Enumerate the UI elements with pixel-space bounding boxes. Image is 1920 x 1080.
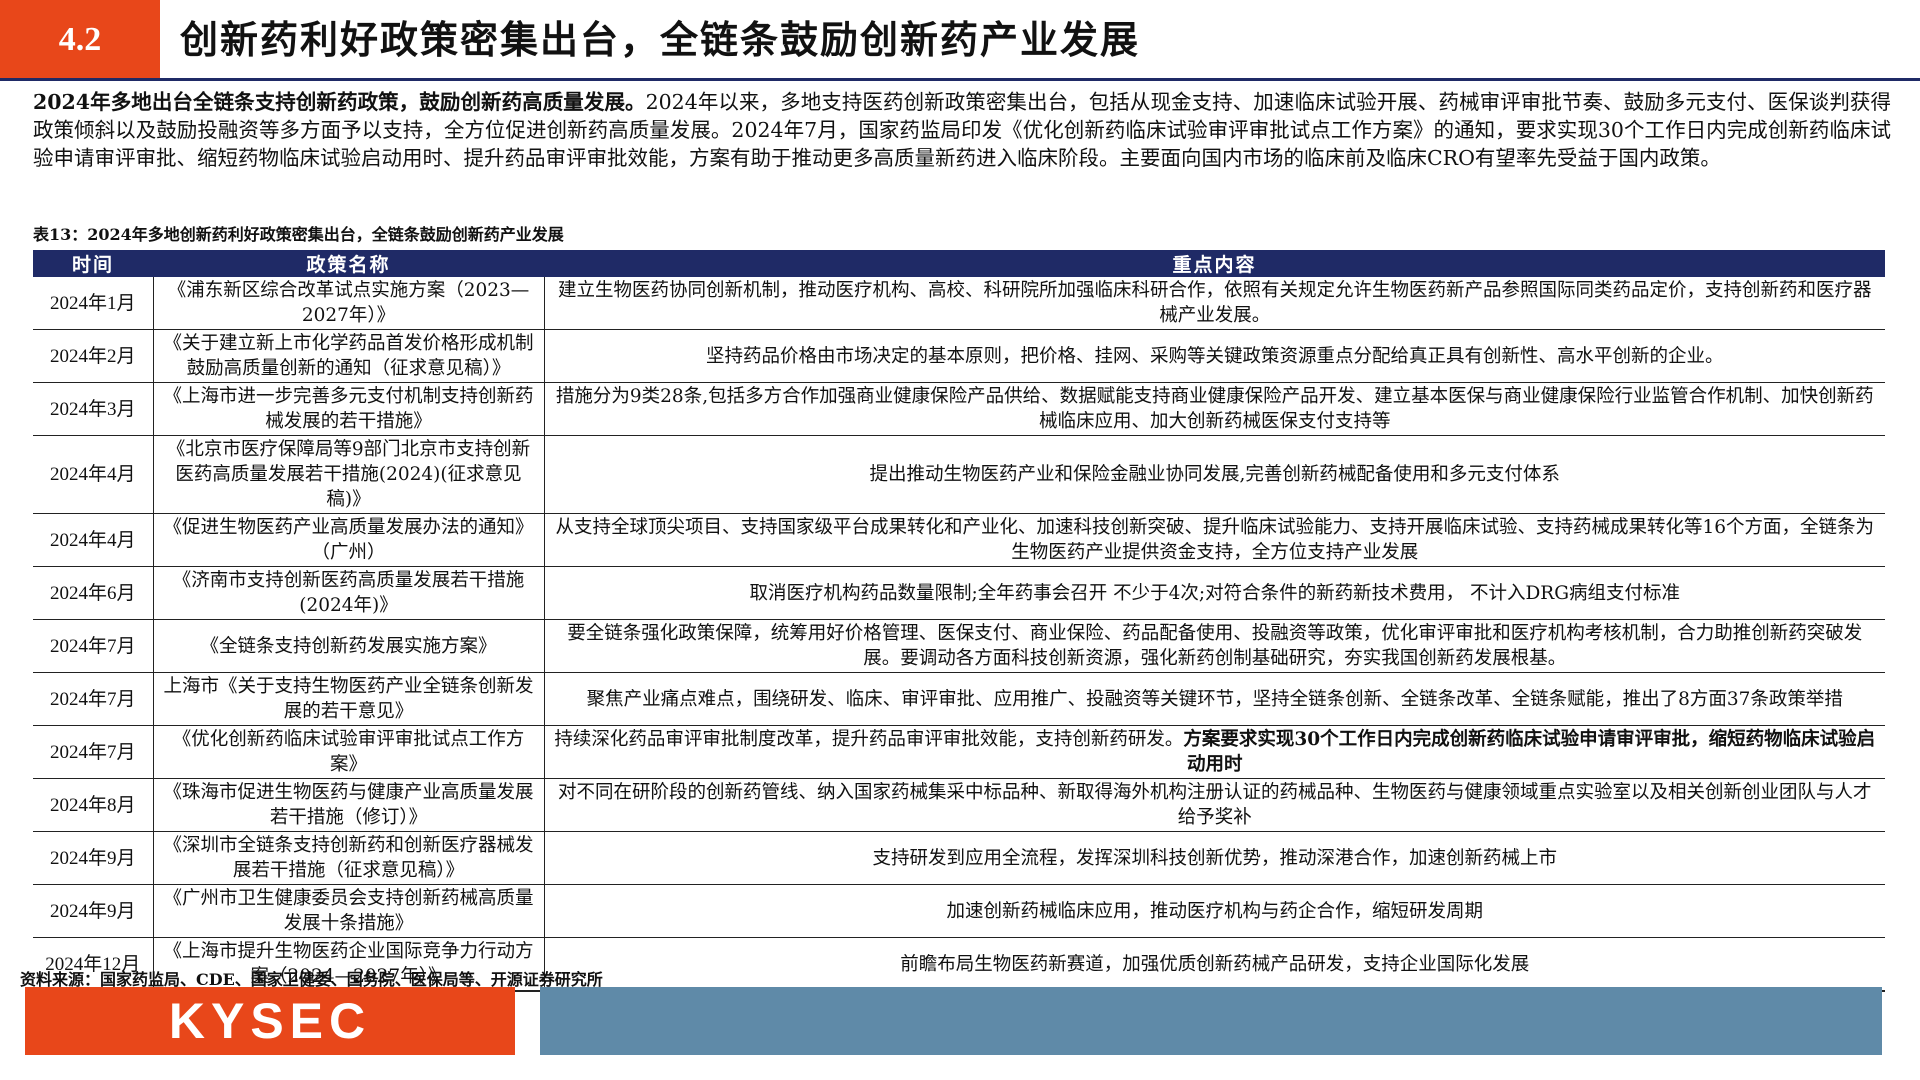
- row-content-text: 支持研发到应用全流程，发挥深圳科技创新优势，推动深港合作，加速创新药械上市: [872, 847, 1557, 869]
- header-divider: [0, 78, 1920, 81]
- header-key-content: 重点内容: [544, 250, 1885, 277]
- table-row: 2024年4月 《促进生物医药产业高质量发展办法的通知》（广州） 从支持全球顶尖…: [33, 513, 1885, 567]
- table-row: 2024年1月 《浦东新区综合改革试点实施方案（2023—2027年）》 建立生…: [33, 277, 1885, 330]
- slide-title: 创新药利好政策密集出台，全链条鼓励创新药产业发展: [180, 17, 1141, 62]
- row-content-text: 持续深化药品审评审批制度改革，提升药品审评审批效能，支持创新药研发。: [554, 729, 1184, 750]
- row-content: 对不同在研阶段的创新药管线、纳入国家药械集采中标品种、新取得海外机构注册认证的药…: [544, 778, 1885, 832]
- row-policy-name: 《深圳市全链条支持创新药和创新医疗器械发展若干措施（征求意见稿）》: [153, 831, 545, 885]
- row-content: 支持研发到应用全流程，发挥深圳科技创新优势，推动深港合作，加速创新药械上市: [544, 831, 1885, 885]
- row-content: 提出推动生物医药产业和保险金融业协同发展,完善创新药械配备使用和多元支付体系: [544, 435, 1885, 514]
- row-time: 2024年6月: [33, 566, 154, 620]
- row-time: 2024年7月: [33, 725, 154, 779]
- row-time: 2024年4月: [33, 513, 154, 567]
- row-content-text: 要全链条强化政策保障，统筹用好价格管理、医保支付、商业保险、药品配备使用、投融资…: [567, 623, 1863, 669]
- kysec-logo: KYSEC: [25, 987, 515, 1055]
- table-row: 2024年9月 《广州市卫生健康委员会支持创新药械高质量发展十条措施》 加速创新…: [33, 884, 1885, 938]
- row-content: 坚持药品价格由市场决定的基本原则，把价格、挂网、采购等关键政策资源重点分配给真正…: [544, 329, 1885, 383]
- row-policy-name: 《关于建立新上市化学药品首发价格形成机制鼓励高质量创新的通知（征求意见稿）》: [153, 329, 545, 383]
- row-time: 2024年7月: [33, 619, 154, 673]
- row-content-text: 措施分为9类28条,包括多方合作加强商业健康保险产品供给、数据赋能支持商业健康保…: [555, 386, 1874, 432]
- footer-bar: [540, 987, 1882, 1055]
- policy-table: 时间 政策名称 重点内容 2024年1月 《浦东新区综合改革试点实施方案（202…: [33, 250, 1885, 992]
- row-time: 2024年3月: [33, 382, 154, 436]
- row-content: 措施分为9类28条,包括多方合作加强商业健康保险产品供给、数据赋能支持商业健康保…: [544, 382, 1885, 436]
- row-content: 建立生物医药协同创新机制，推动医疗机构、高校、科研院所加强临床科研合作，依照有关…: [544, 277, 1885, 330]
- row-policy-name: 《上海市进一步完善多元支付机制支持创新药械发展的若干措施》: [153, 382, 545, 436]
- row-content-text: 聚焦产业痛点难点，围绕研发、临床、审评审批、应用推广、投融资等关键环节，坚持全链…: [586, 688, 1843, 710]
- section-number: 4.2: [0, 0, 160, 80]
- row-content-text: 取消医疗机构药品数量限制;全年药事会召开 不少于4次;对符合条件的新药新技术费用…: [749, 582, 1681, 604]
- row-time: 2024年1月: [33, 277, 154, 330]
- row-time: 2024年9月: [33, 884, 154, 938]
- row-content-text: 建立生物医药协同创新机制，推动医疗机构、高校、科研院所加强临床科研合作，依照有关…: [557, 280, 1872, 326]
- row-policy-name: 《北京市医疗保障局等9部门北京市支持创新医药高质量发展若干措施(2024)(征求…: [153, 435, 545, 514]
- row-policy-name: 《优化创新药临床试验审评审批试点工作方案》: [153, 725, 545, 779]
- intro-lead: 2024年多地出台全链条支持创新药政策，鼓励创新药高质量发展。: [33, 90, 646, 114]
- row-content: 要全链条强化政策保障，统筹用好价格管理、医保支付、商业保险、药品配备使用、投融资…: [544, 619, 1885, 673]
- row-time: 2024年9月: [33, 831, 154, 885]
- row-time: 2024年8月: [33, 778, 154, 832]
- row-policy-name: 《浦东新区综合改革试点实施方案（2023—2027年）》: [153, 277, 545, 330]
- row-content-text: 提出推动生物医药产业和保险金融业协同发展,完善创新药械配备使用和多元支付体系: [869, 464, 1560, 485]
- row-content-text: 前瞻布局生物医药新赛道，加强优质创新药械产品研发，支持企业国际化发展: [900, 953, 1530, 975]
- intro-paragraph: 2024年多地出台全链条支持创新药政策，鼓励创新药高质量发展。2024年以来，多…: [33, 88, 1891, 172]
- row-content: 持续深化药品审评审批制度改革，提升药品审评审批效能，支持创新药研发。方案要求实现…: [544, 725, 1885, 779]
- row-time: 2024年4月: [33, 435, 154, 514]
- row-policy-name: 《济南市支持创新医药高质量发展若干措施(2024年)》: [153, 566, 545, 620]
- row-time: 2024年2月: [33, 329, 154, 383]
- row-content-text: 从支持全球顶尖项目、支持国家级平台成果转化和产业化、加速科技创新突破、提升临床试…: [555, 517, 1875, 563]
- row-policy-name: 上海市《关于支持生物医药产业全链条创新发展的若干意见》: [153, 672, 545, 726]
- header-policy-name: 政策名称: [153, 250, 544, 277]
- row-content-text: 加速创新药械临床应用，推动医疗机构与药企合作，缩短研发周期: [946, 900, 1483, 922]
- row-policy-name: 《珠海市促进生物医药与健康产业高质量发展若干措施（修订）》: [153, 778, 545, 832]
- row-content-text: 对不同在研阶段的创新药管线、纳入国家药械集采中标品种、新取得海外机构注册认证的药…: [557, 782, 1872, 828]
- row-policy-name: 《全链条支持创新药发展实施方案》: [153, 619, 545, 673]
- row-content-text: 坚持药品价格由市场决定的基本原则，把价格、挂网、采购等关键政策资源重点分配给真正…: [705, 345, 1724, 367]
- table-row: 2024年7月 《全链条支持创新药发展实施方案》 要全链条强化政策保障，统筹用好…: [33, 619, 1885, 673]
- header-time: 时间: [33, 250, 153, 277]
- row-policy-name: 《广州市卫生健康委员会支持创新药械高质量发展十条措施》: [153, 884, 545, 938]
- table-row: 2024年7月 《优化创新药临床试验审评审批试点工作方案》 持续深化药品审评审批…: [33, 725, 1885, 779]
- table-caption: 表13：2024年多地创新药利好政策密集出台，全链条鼓励创新药产业发展: [33, 225, 564, 244]
- row-policy-name: 《促进生物医药产业高质量发展办法的通知》（广州）: [153, 513, 545, 567]
- slide-header: 4.2 创新药利好政策密集出台，全链条鼓励创新药产业发展: [0, 0, 1920, 81]
- row-content: 前瞻布局生物医药新赛道，加强优质创新药械产品研发，支持企业国际化发展: [544, 937, 1885, 992]
- table-row: 2024年9月 《深圳市全链条支持创新药和创新医疗器械发展若干措施（征求意见稿）…: [33, 831, 1885, 885]
- row-content: 加速创新药械临床应用，推动医疗机构与药企合作，缩短研发周期: [544, 884, 1885, 938]
- table-row: 2024年6月 《济南市支持创新医药高质量发展若干措施(2024年)》 取消医疗…: [33, 566, 1885, 620]
- row-time: 2024年7月: [33, 672, 154, 726]
- table-row: 2024年7月 上海市《关于支持生物医药产业全链条创新发展的若干意见》 聚焦产业…: [33, 672, 1885, 726]
- table-row: 2024年8月 《珠海市促进生物医药与健康产业高质量发展若干措施（修订）》 对不…: [33, 778, 1885, 832]
- row-content: 聚焦产业痛点难点，围绕研发、临床、审评审批、应用推广、投融资等关键环节，坚持全链…: [544, 672, 1885, 726]
- table-header-row: 时间 政策名称 重点内容: [33, 250, 1885, 277]
- table-row: 2024年4月 《北京市医疗保障局等9部门北京市支持创新医药高质量发展若干措施(…: [33, 435, 1885, 514]
- row-content: 从支持全球顶尖项目、支持国家级平台成果转化和产业化、加速科技创新突破、提升临床试…: [544, 513, 1885, 567]
- row-content-bold: 方案要求实现30个工作日内完成创新药临床试验申请审评审批，缩短药物临床试验启动用…: [1183, 729, 1876, 775]
- row-content: 取消医疗机构药品数量限制;全年药事会召开 不少于4次;对符合条件的新药新技术费用…: [544, 566, 1885, 620]
- table-row: 2024年3月 《上海市进一步完善多元支付机制支持创新药械发展的若干措施》 措施…: [33, 382, 1885, 436]
- table-row: 2024年2月 《关于建立新上市化学药品首发价格形成机制鼓励高质量创新的通知（征…: [33, 329, 1885, 383]
